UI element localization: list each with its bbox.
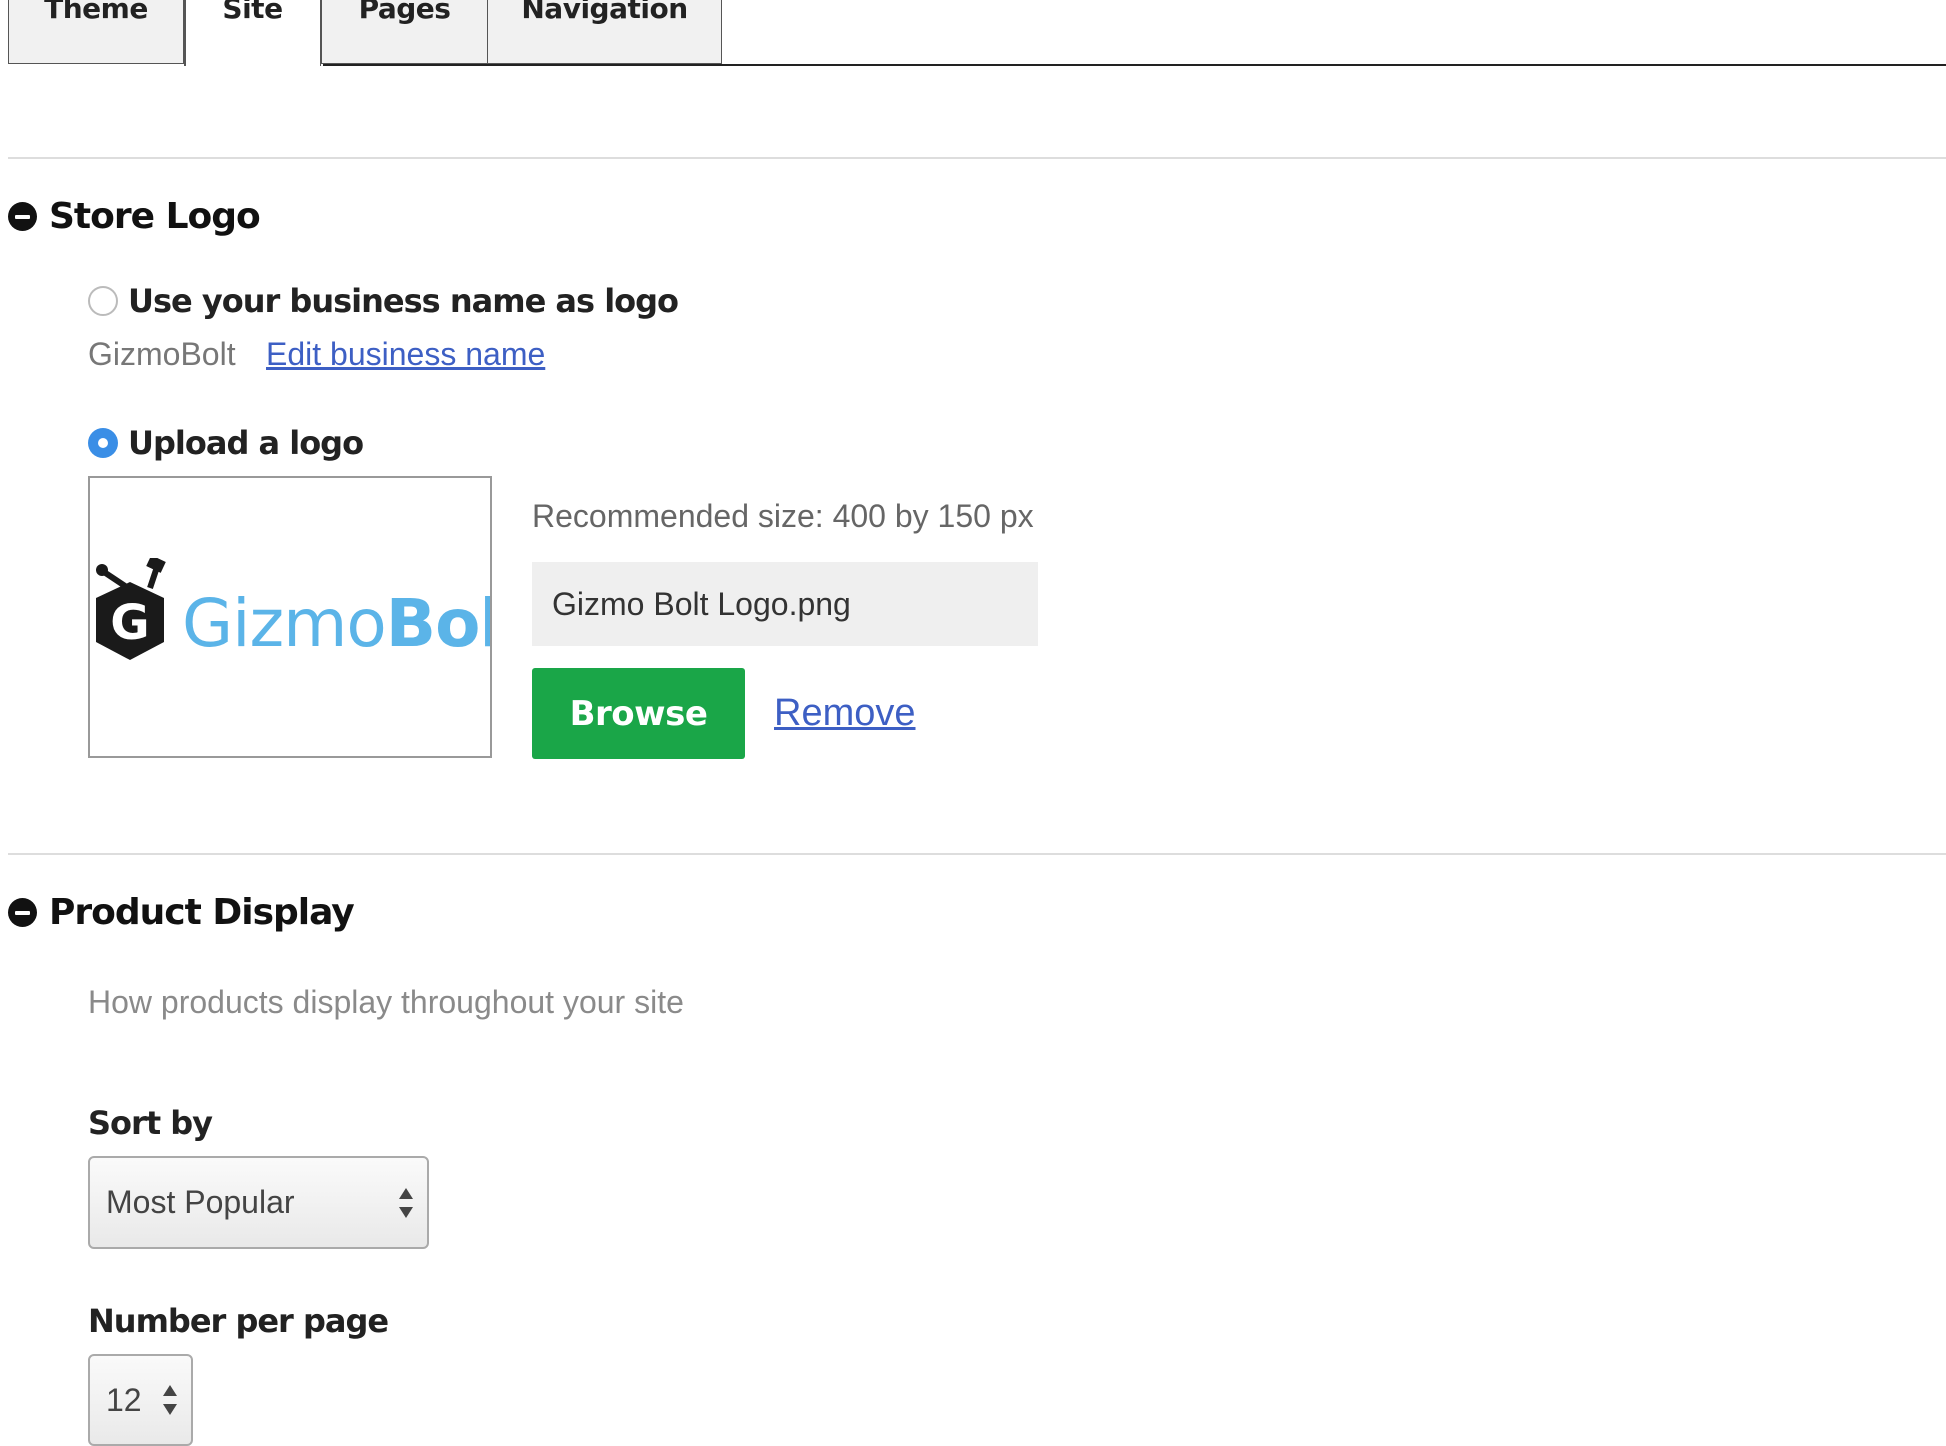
radio-upload-logo-option[interactable]: Upload a logo [88, 424, 364, 462]
section-divider [8, 853, 1946, 855]
sort-by-label: Sort by [88, 1104, 213, 1142]
radio-label: Upload a logo [128, 424, 364, 462]
logo-wordmark: GizmoBolt [182, 585, 492, 662]
remove-logo-link[interactable]: Remove [774, 692, 916, 735]
logo-antenna-right [147, 569, 159, 589]
select-arrows-icon [399, 1187, 413, 1218]
tab-navigation[interactable]: Navigation [487, 0, 722, 64]
tab-label: Navigation [521, 0, 688, 25]
store-logo-header[interactable]: Store Logo [8, 196, 261, 237]
file-name-value: Gizmo Bolt Logo.png [552, 585, 851, 622]
tab-label: Site [222, 0, 283, 25]
radio-label: Use your business name as logo [128, 282, 679, 320]
tab-label: Theme [44, 0, 148, 25]
logo-preview: G GizmoBolt [88, 476, 492, 758]
number-per-page-value: 12 [106, 1381, 142, 1418]
collapse-icon[interactable] [8, 202, 37, 231]
logo-word-light: Gizmo [182, 585, 386, 662]
logo-word-bold: Bolt [386, 585, 492, 662]
tab-site[interactable]: Site [184, 0, 321, 66]
tab-pages[interactable]: Pages [321, 0, 488, 64]
radio-button-selected[interactable] [88, 428, 118, 458]
logo-mark-letter: G [110, 595, 149, 651]
radio-business-name-option[interactable]: Use your business name as logo [88, 282, 679, 320]
recommended-size-text: Recommended size: 400 by 150 px [532, 498, 1034, 534]
logo-antenna-flag [146, 558, 166, 573]
tab-label: Pages [358, 0, 451, 25]
number-per-page-select[interactable]: 12 [88, 1354, 193, 1446]
radio-button[interactable] [88, 286, 118, 316]
collapse-icon[interactable] [8, 898, 37, 927]
sort-by-select[interactable]: Most Popular [88, 1156, 429, 1249]
product-display-description: How products display throughout your sit… [88, 984, 684, 1020]
product-display-header[interactable]: Product Display [8, 892, 355, 933]
edit-business-name-link[interactable]: Edit business name [266, 336, 545, 373]
business-name-text: GizmoBolt [88, 336, 236, 372]
tab-bar-underline [323, 64, 1946, 66]
file-name-field: Gizmo Bolt Logo.png [532, 562, 1038, 646]
number-per-page-label: Number per page [88, 1302, 389, 1340]
gizmobolt-logo-image: G GizmoBolt [96, 558, 492, 662]
section-divider [8, 157, 1946, 159]
section-title: Store Logo [49, 196, 261, 237]
browse-button[interactable]: Browse [532, 668, 745, 759]
sort-by-value: Most Popular [106, 1184, 295, 1220]
tab-bar: Theme Site Pages Navigation [8, 0, 1946, 66]
tab-theme[interactable]: Theme [8, 0, 184, 64]
section-title: Product Display [49, 892, 355, 933]
logo-antenna-ball [96, 564, 108, 576]
select-arrows-icon [163, 1385, 177, 1415]
